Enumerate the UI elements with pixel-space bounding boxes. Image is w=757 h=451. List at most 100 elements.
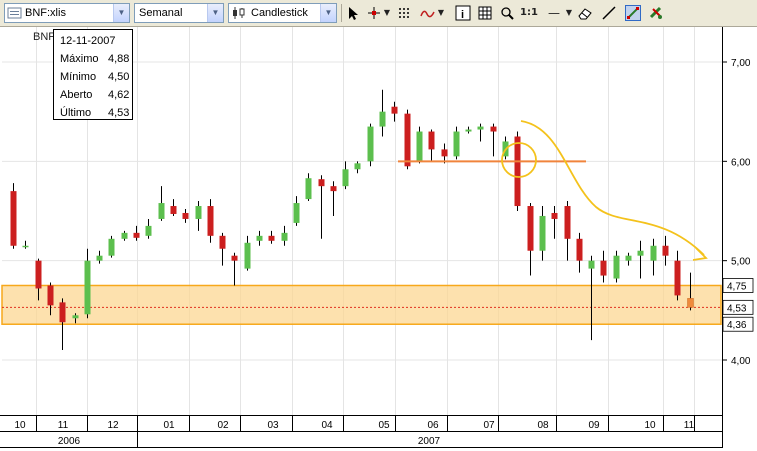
candle-body[interactable] <box>318 179 325 187</box>
candle-body[interactable] <box>305 178 312 200</box>
chevron-down-icon[interactable]: ▼ <box>320 4 336 22</box>
legend-symbol: BNF <box>33 31 55 43</box>
trend-line-active-icon[interactable] <box>625 5 641 21</box>
candle-body[interactable] <box>244 242 251 269</box>
candle-body[interactable] <box>133 232 140 238</box>
month-tick-label: 08 <box>537 420 549 431</box>
candle-body[interactable] <box>121 232 128 239</box>
candle-body[interactable] <box>441 149 448 157</box>
candle-body[interactable] <box>342 169 349 187</box>
info-icon[interactable]: i <box>455 5 471 21</box>
month-tick-label: 03 <box>267 420 279 431</box>
candle-body[interactable] <box>170 206 177 214</box>
symbol-icon <box>7 6 23 20</box>
candle-body[interactable] <box>84 260 91 315</box>
indicator-icon[interactable] <box>420 5 436 21</box>
symbol-value: BNF:xlis <box>25 7 66 19</box>
tooltip-date: 12-11-2007 <box>60 35 116 47</box>
candle-body[interactable] <box>195 206 202 219</box>
candle-body[interactable] <box>428 131 435 150</box>
candle-body[interactable] <box>576 238 583 261</box>
crosshair-icon[interactable] <box>366 5 382 21</box>
month-tick-label: 10 <box>14 420 26 431</box>
price-marker-label: 4,36 <box>727 320 747 331</box>
price-axis <box>722 27 757 451</box>
chart-type-select[interactable]: Candlestick ▼ <box>228 3 337 23</box>
period-value: Semanal <box>139 7 183 19</box>
candle-body[interactable] <box>231 255 238 261</box>
candle-body[interactable] <box>72 315 79 319</box>
year-tick-label: 2007 <box>418 436 441 447</box>
candle-body[interactable] <box>527 206 534 251</box>
candle-body[interactable] <box>182 212 189 219</box>
crosshair-dropdown-icon[interactable]: ▼ <box>382 5 392 21</box>
candle-body[interactable] <box>588 260 595 269</box>
candle-body[interactable] <box>490 126 497 132</box>
period-select[interactable]: Semanal ▼ <box>134 3 224 23</box>
candle-body[interactable] <box>551 212 558 219</box>
price-tick-label: 5,00 <box>731 257 751 268</box>
candle-body[interactable] <box>59 302 66 323</box>
candle-body[interactable] <box>145 225 152 236</box>
candle-body[interactable] <box>650 245 657 261</box>
candle-body[interactable] <box>158 203 165 219</box>
eraser-icon[interactable] <box>577 5 593 21</box>
tooltip-row: Último 4,53 <box>60 107 130 119</box>
candle-body[interactable] <box>256 235 263 241</box>
indicator-dropdown-icon[interactable]: ▼ <box>436 5 446 21</box>
candle-body[interactable] <box>47 285 54 306</box>
month-tick-label: 11 <box>684 420 695 431</box>
chevron-down-icon[interactable]: ▼ <box>113 4 129 22</box>
grid-toggle-icon[interactable] <box>477 5 493 21</box>
candle-body[interactable] <box>600 260 607 276</box>
candle-body[interactable] <box>391 106 398 114</box>
candle-body[interactable] <box>674 260 681 296</box>
candle-body[interactable] <box>613 255 620 279</box>
zoom-icon[interactable] <box>499 5 515 21</box>
tooltip-row: Aberto 4,62 <box>60 89 130 101</box>
chart-toolbar: BNF:xlis ▼ Semanal ▼ Candlestick ▼ ▼ ▼ i… <box>0 0 757 27</box>
candle-body[interactable] <box>539 215 546 251</box>
symbol-select[interactable]: BNF:xlis ▼ <box>4 3 130 23</box>
candle-body[interactable] <box>514 136 521 207</box>
candle-body[interactable] <box>453 131 460 157</box>
candle-body[interactable] <box>96 255 103 261</box>
candle-body[interactable] <box>625 255 632 261</box>
price-tick-label: 6,00 <box>731 157 751 168</box>
candle-body[interactable] <box>687 298 694 308</box>
trend-tool-icon[interactable] <box>601 5 617 21</box>
candle-body[interactable] <box>379 111 386 127</box>
settings-icon[interactable] <box>648 5 664 21</box>
candle-body[interactable] <box>404 113 411 167</box>
candle-body[interactable] <box>637 250 644 256</box>
month-tick-label: 06 <box>427 420 439 431</box>
candle-body[interactable] <box>108 238 115 256</box>
grid-icon[interactable] <box>396 5 412 21</box>
line-style-dropdown-icon[interactable]: ▼ <box>564 5 574 21</box>
candle-body[interactable] <box>35 260 42 289</box>
candle-body[interactable] <box>22 245 29 248</box>
zoom-1to1-button[interactable]: 1:1 <box>520 5 538 21</box>
price-tick-label: 4,00 <box>731 356 751 367</box>
month-tick-label: 07 <box>483 420 495 431</box>
candle-body[interactable] <box>564 206 571 239</box>
candle-body[interactable] <box>281 232 288 241</box>
candle-body[interactable] <box>330 186 337 192</box>
candle-body[interactable] <box>465 129 472 132</box>
month-tick-label: 09 <box>588 420 600 431</box>
candle-body[interactable] <box>662 245 669 256</box>
line-style-icon[interactable]: — <box>544 5 564 21</box>
candle-body[interactable] <box>477 126 484 130</box>
candle-body[interactable] <box>416 131 423 162</box>
candle-body[interactable] <box>367 126 374 162</box>
candle-body[interactable] <box>10 191 17 246</box>
chevron-down-icon[interactable]: ▼ <box>207 4 223 22</box>
ohlc-tooltip: 12-11-2007 Máximo 4,88 Mínimo 4,50 Aberto 4… <box>53 29 133 120</box>
candle-body[interactable] <box>268 235 275 241</box>
candlestick-icon <box>231 6 247 20</box>
candle-body[interactable] <box>293 203 300 223</box>
candle-body[interactable] <box>207 206 214 236</box>
candle-body[interactable] <box>354 163 361 170</box>
candle-body[interactable] <box>219 235 226 249</box>
pointer-icon[interactable] <box>345 5 361 21</box>
